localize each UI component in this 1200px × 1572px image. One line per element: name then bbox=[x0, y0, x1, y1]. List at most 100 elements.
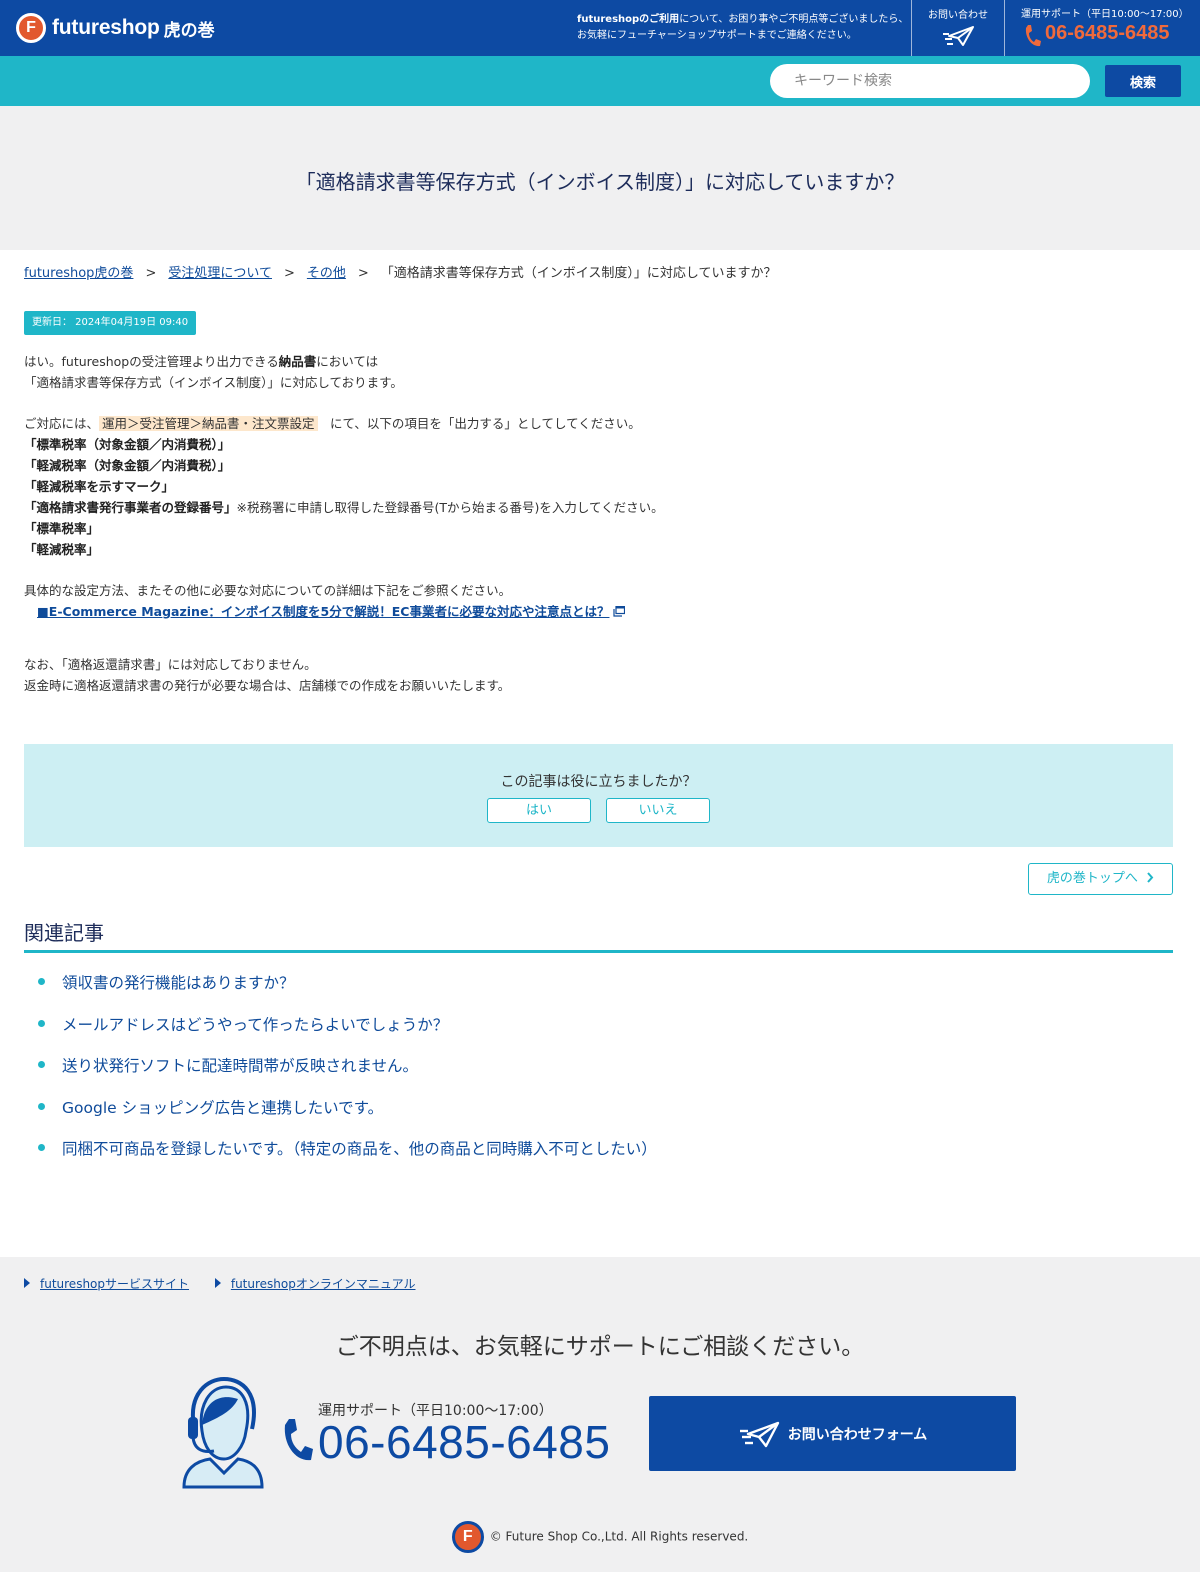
search-input[interactable] bbox=[770, 64, 1090, 98]
copyright-text: © Future Shop Co.,Ltd. All Rights reserv… bbox=[489, 1529, 749, 1544]
related-article-item: 送り状発行ソフトに配達時間帯が反映されません。 bbox=[38, 1054, 657, 1096]
external-article-link-text: ■E-Commerce Magazine：インボイス制度を5分で解説！EC事業者… bbox=[37, 604, 610, 619]
header-contact-button[interactable]: お問い合わせ bbox=[912, 0, 1004, 56]
bullet-icon bbox=[38, 1144, 45, 1151]
updated-date-badge: 更新日： 2024年04月19日 09:40 bbox=[24, 311, 197, 335]
footer-link-item: futureshopオンラインマニュアル bbox=[214, 1275, 416, 1292]
bullet-icon bbox=[38, 1019, 45, 1027]
setting-item-label: 「標準税率」 bbox=[24, 521, 100, 536]
feedback-question: この記事は役に立ちましたか？ bbox=[500, 774, 697, 790]
footer-support-phone[interactable]: 06-6485-6485 bbox=[318, 1415, 610, 1469]
setting-item-label: 「標準税率（対象金額／内消費税）」 bbox=[24, 437, 231, 452]
article-line: 返金時に適格返還請求書の発行が必要な場合は、店舗様での作成をお願いいたします。 bbox=[24, 678, 511, 693]
header-message-line2: お気軽にフューチャーショップサポートまでご連絡ください。 bbox=[577, 30, 857, 41]
feedback-yes-button[interactable]: はい bbox=[487, 798, 591, 823]
contact-form-button[interactable]: お問い合わせフォーム bbox=[649, 1396, 1016, 1471]
header-support-phone[interactable]: 06-6485-6485 bbox=[1045, 22, 1170, 45]
footer-links: futureshopサービスサイト futureshopオンラインマニュアル bbox=[24, 1275, 438, 1292]
setting-item: 「軽減税率」 bbox=[24, 539, 1174, 560]
article-line: なお、「適格返還請求書」には対応しておりません。 bbox=[24, 657, 317, 672]
breadcrumb-separator: > bbox=[283, 266, 295, 281]
related-article-link[interactable]: Google ショッピング広告と連携したいです。 bbox=[62, 1099, 383, 1117]
article-body: はい。futureshopの受注管理より出力できる納品書においては 「適格請求書… bbox=[24, 351, 1174, 696]
bullet-icon bbox=[38, 978, 45, 985]
logo-mark-icon: F bbox=[16, 13, 46, 43]
breadcrumb-separator: > bbox=[357, 266, 369, 281]
phone-icon bbox=[1025, 25, 1041, 47]
footer-logo-icon: F bbox=[451, 1521, 484, 1553]
article-text: ご対応には、 bbox=[24, 416, 100, 431]
related-articles-list: 領収書の発行機能はありますか？ メールアドレスはどうやって作ったらよいでしょうか… bbox=[38, 971, 657, 1179]
related-article-item: 領収書の発行機能はありますか？ bbox=[38, 971, 657, 1013]
article-line: 具体的な設定方法、またその他に必要な対応についての詳細は下記をご参照ください。 bbox=[24, 583, 512, 598]
site-header: F futureshop 虎の巻 futureshopのご利用について、お困り事… bbox=[0, 0, 1200, 56]
title-band: 「適格請求書等保存方式（インボイス制度）」に対応していますか？ bbox=[0, 106, 1200, 250]
header-contact-label: お問い合わせ bbox=[928, 10, 988, 21]
footer-link-item: futureshopサービスサイト bbox=[24, 1275, 189, 1292]
triangle-right-icon bbox=[214, 1278, 221, 1288]
copyright: F © Future Shop Co.,Ltd. All Rights reser… bbox=[0, 1521, 1200, 1553]
paper-plane-icon bbox=[739, 1421, 779, 1447]
feedback-no-button[interactable]: いいえ bbox=[606, 798, 710, 823]
setting-item: 「適格請求書発行事業者の登録番号」※税務署に申請し取得した登録番号(Tから始まる… bbox=[24, 497, 1174, 518]
site-footer: futureshopサービスサイト futureshopオンラインマニュアル ご… bbox=[0, 1257, 1200, 1572]
setting-item-label: 「軽減税率」 bbox=[24, 542, 100, 557]
breadcrumb-link-home[interactable]: futureshop虎の巻 bbox=[24, 266, 133, 281]
external-article-link[interactable]: ■E-Commerce Magazine：インボイス制度を5分で解説！EC事業者… bbox=[37, 601, 609, 622]
header-message: futureshopのご利用について、お困り事やご不明点等ございましたら、 お気… bbox=[577, 12, 908, 44]
search-button[interactable]: 検索 bbox=[1105, 65, 1181, 97]
contact-form-button-label: お問い合わせフォーム bbox=[787, 1426, 928, 1443]
search-bar: 検索 bbox=[0, 56, 1200, 106]
related-article-link[interactable]: 送り状発行ソフトに配達時間帯が反映されません。 bbox=[62, 1057, 418, 1075]
related-articles-heading: 関連記事 bbox=[24, 921, 104, 945]
footer-heading: ご不明点は、お気軽にサポートにご相談ください。 bbox=[335, 1334, 865, 1360]
bullet-icon bbox=[38, 1061, 45, 1068]
breadcrumb-current: 「適格請求書等保存方式（インボイス制度）」に対応していますか？ bbox=[380, 266, 777, 281]
bullet-icon bbox=[38, 1102, 45, 1110]
header-message-bold: futureshopのご利用 bbox=[577, 14, 680, 25]
related-article-item: Google ショッピング広告と連携したいです。 bbox=[38, 1096, 657, 1138]
site-logo[interactable]: F futureshop 虎の巻 bbox=[16, 12, 215, 44]
phone-icon bbox=[284, 1419, 313, 1461]
back-to-top-label: 虎の巻トップへ bbox=[1046, 871, 1138, 886]
breadcrumb: futureshop虎の巻 > 受注処理について > その他 > 「適格請求書等保存方式（イ… bbox=[24, 262, 777, 281]
article-text: にて、以下の項目を「出力する」としてしてください。 bbox=[317, 416, 641, 431]
external-link-icon bbox=[613, 606, 626, 617]
paper-plane-icon bbox=[943, 26, 974, 46]
breadcrumb-separator: > bbox=[145, 266, 157, 281]
feedback-panel: この記事は役に立ちましたか？ はい いいえ bbox=[24, 744, 1173, 847]
chevron-right-icon bbox=[1147, 872, 1154, 883]
related-article-item: 同梱不可商品を登録したいです。（特定の商品を、他の商品と同時購入不可としたい） bbox=[38, 1137, 657, 1179]
header-support: 運用サポート（平日10:00〜17:00） 06-6485-6485 bbox=[1005, 0, 1200, 56]
setting-item-label: 「適格請求書発行事業者の登録番号」 bbox=[24, 500, 237, 515]
logo-subtitle: 虎の巻 bbox=[163, 20, 215, 41]
page-title: 「適格請求書等保存方式（インボイス制度）」に対応していますか？ bbox=[295, 170, 905, 194]
article-text: はい。futureshopの受注管理より出力できる bbox=[24, 354, 279, 369]
logo-text: futureshop bbox=[52, 16, 160, 39]
article-line: ■E-Commerce Magazine：インボイス制度を5分で解説！EC事業者… bbox=[24, 601, 1174, 622]
header-support-hours: 運用サポート（平日10:00〜17:00） bbox=[1021, 9, 1189, 20]
related-article-item: メールアドレスはどうやって作ったらよいでしょうか？ bbox=[38, 1013, 657, 1055]
related-article-link[interactable]: 領収書の発行機能はありますか？ bbox=[62, 974, 295, 992]
related-articles-rule bbox=[24, 950, 1173, 953]
related-article-link[interactable]: 同梱不可商品を登録したいです。（特定の商品を、他の商品と同時購入不可としたい） bbox=[62, 1140, 657, 1158]
breadcrumb-link-orders[interactable]: 受注処理について bbox=[168, 266, 272, 281]
footer-link-online-manual[interactable]: futureshopオンラインマニュアル bbox=[231, 1277, 416, 1291]
article-bold-text: 納品書 bbox=[278, 354, 317, 369]
setting-item: 「標準税率（対象金額／内消費税）」 bbox=[24, 434, 1174, 455]
article-line: ご対応には、 運用＞受注管理＞納品書・注文票設定 にて、以下の項目を「出力する」と… bbox=[24, 413, 1174, 434]
breadcrumb-link-other[interactable]: その他 bbox=[307, 266, 346, 281]
back-to-top-link[interactable]: 虎の巻トップへ bbox=[1028, 863, 1173, 895]
settings-path-highlight: 運用＞受注管理＞納品書・注文票設定 bbox=[99, 416, 318, 431]
setting-item-label: 「軽減税率を示すマーク」 bbox=[24, 479, 175, 494]
setting-item: 「標準税率」 bbox=[24, 518, 1174, 539]
footer-link-service-site[interactable]: futureshopサービスサイト bbox=[40, 1277, 189, 1291]
related-article-link[interactable]: メールアドレスはどうやって作ったらよいでしょうか？ bbox=[62, 1016, 448, 1034]
article-line: はい。futureshopの受注管理より出力できる納品書においては bbox=[24, 351, 1174, 372]
header-message-line1: について、お困り事やご不明点等ございましたら、 bbox=[679, 14, 909, 25]
operator-icon bbox=[182, 1377, 264, 1489]
article-line: 「適格請求書等保存方式（インボイス制度）」に対応しております。 bbox=[24, 375, 403, 390]
setting-item: 「軽減税率（対象金額／内消費税）」 bbox=[24, 455, 1174, 476]
article-text: においては bbox=[316, 354, 379, 369]
setting-item: 「軽減税率を示すマーク」 bbox=[24, 476, 1174, 497]
